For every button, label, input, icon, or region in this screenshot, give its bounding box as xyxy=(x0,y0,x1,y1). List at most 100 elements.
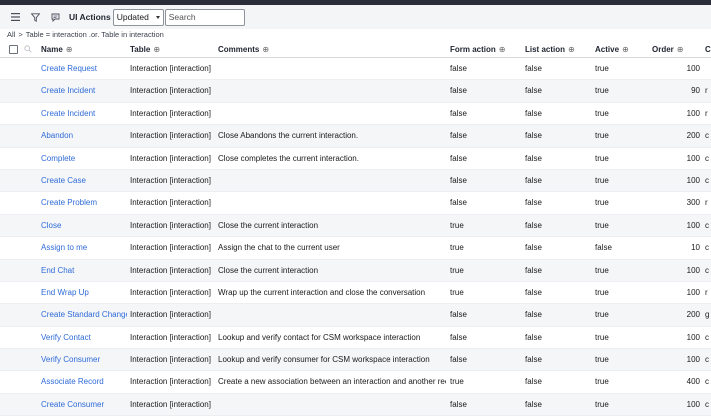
table-row[interactable]: Create Request Interaction [interaction] f… xyxy=(0,58,711,81)
table-row[interactable]: End Chat Interaction [interaction] Close t… xyxy=(0,259,711,282)
cell-table: Interaction [interaction] xyxy=(130,243,211,253)
table-row[interactable]: Verify Contact Interaction [interaction] L… xyxy=(0,326,711,350)
info-icon[interactable] xyxy=(9,378,18,387)
info-icon[interactable] xyxy=(9,244,18,253)
cell-name[interactable]: Abandon xyxy=(41,125,127,147)
info-icon[interactable] xyxy=(9,132,18,141)
cell-condition xyxy=(705,58,711,80)
sort-icon: ⊕ xyxy=(676,45,684,54)
cell-active: true xyxy=(595,377,609,387)
breadcrumb-filter[interactable]: Table = interaction .or. Table in intera… xyxy=(26,30,164,39)
sort-icon: ⊕ xyxy=(622,45,629,54)
info-icon[interactable] xyxy=(9,289,18,298)
cell-name[interactable]: Create Incident xyxy=(41,103,127,125)
column-search-icon[interactable] xyxy=(24,45,32,53)
cell-name[interactable]: Associate Record xyxy=(41,371,127,393)
cell-name[interactable]: Create Incident xyxy=(41,80,127,102)
column-header-condition[interactable]: C xyxy=(705,41,711,58)
cell-active: false xyxy=(595,243,612,253)
column-header-order[interactable]: Order ⊕ xyxy=(652,41,700,58)
info-icon[interactable] xyxy=(9,267,18,276)
table-row[interactable]: Associate Record Interaction [interaction… xyxy=(0,371,711,394)
cell-list-action: false xyxy=(525,377,542,387)
sort-icon: ⊕ xyxy=(262,45,270,54)
info-icon[interactable] xyxy=(9,311,18,320)
sort-icon: ⊕ xyxy=(568,45,575,54)
cell-active: true xyxy=(595,64,609,73)
table-row[interactable]: Complete Interaction [interaction] Close c… xyxy=(0,147,711,170)
column-header-form-action[interactable]: Form action ⊕ xyxy=(450,41,520,58)
table-row[interactable]: Create Case Interaction [interaction] fals… xyxy=(0,169,711,193)
cell-name[interactable]: Create Problem xyxy=(41,192,127,214)
table-row[interactable]: Abandon Interaction [interaction] Close Ab… xyxy=(0,125,711,148)
column-header-active[interactable]: Active ⊕ xyxy=(595,41,650,58)
sort-field-select[interactable]: Updated xyxy=(112,8,164,26)
column-header-name[interactable]: Name ⊕ xyxy=(41,41,127,58)
table-row[interactable]: End Wrap Up Interaction [interaction] Wrap… xyxy=(0,281,711,305)
table-row[interactable]: Assign to me Interaction [interaction] Ass… xyxy=(0,237,711,260)
sort-icon: ⊕ xyxy=(153,45,161,54)
cell-condition: r xyxy=(705,198,708,208)
info-icon[interactable] xyxy=(9,110,18,119)
cell-order: 300 xyxy=(686,198,700,208)
cell-name[interactable]: End Chat xyxy=(41,260,127,282)
cell-name[interactable]: End Wrap Up xyxy=(41,282,127,304)
cell-active: true xyxy=(595,310,609,320)
column-header-list-action[interactable]: List action ⊕ xyxy=(525,41,591,58)
cell-name[interactable]: Assign to me xyxy=(41,237,127,259)
cell-name[interactable]: Close xyxy=(41,215,127,237)
cell-active: true xyxy=(595,220,609,230)
table-row[interactable]: Close Interaction [interaction] Close the … xyxy=(0,214,711,238)
info-icon[interactable] xyxy=(9,199,18,208)
cell-order: 100 xyxy=(686,399,700,409)
cell-form-action: false xyxy=(450,108,467,118)
chat-icon[interactable] xyxy=(45,7,65,27)
select-all-checkbox[interactable] xyxy=(9,45,18,54)
cell-comments xyxy=(218,170,446,192)
cell-list-action: false xyxy=(525,287,542,297)
table-row[interactable]: Create Incident Interaction [interaction]… xyxy=(0,80,711,103)
table-row[interactable]: Create Problem Interaction [interaction] f… xyxy=(0,192,711,215)
info-icon[interactable] xyxy=(9,356,18,365)
cell-order: 100 xyxy=(686,153,700,163)
info-icon[interactable] xyxy=(9,87,18,96)
sort-icon: ⊕ xyxy=(65,45,73,54)
table-row[interactable]: Create Incident Interaction [interaction]… xyxy=(0,102,711,126)
cell-form-action: false xyxy=(450,175,467,185)
table-row[interactable]: Create Standard Change Interaction [inter… xyxy=(0,304,711,327)
table-row[interactable]: Create Consumer Interaction [interaction]… xyxy=(0,393,711,417)
info-icon[interactable] xyxy=(9,401,18,410)
cell-name[interactable]: Complete xyxy=(41,148,127,170)
table-row[interactable]: Verify Consumer Interaction [interaction]… xyxy=(0,349,711,372)
cell-order: 100 xyxy=(686,355,700,365)
filter-icon[interactable] xyxy=(25,7,45,27)
breadcrumb-all[interactable]: All xyxy=(7,30,15,39)
search-input[interactable]: Search xyxy=(164,8,245,26)
breadcrumb-separator: > xyxy=(18,30,23,39)
cell-form-action: true xyxy=(450,265,464,275)
info-icon[interactable] xyxy=(9,177,18,186)
cell-form-action: false xyxy=(450,198,467,208)
hamburger-menu-icon[interactable] xyxy=(5,7,25,27)
column-header-table[interactable]: Table ⊕ xyxy=(130,41,216,58)
cell-name[interactable]: Verify Consumer xyxy=(41,349,127,371)
cell-name[interactable]: Create Standard Change xyxy=(41,304,127,326)
cell-condition: c xyxy=(705,220,709,230)
cell-name[interactable]: Verify Contact xyxy=(41,327,127,349)
cell-table: Interaction [interaction] xyxy=(130,175,211,185)
cell-name[interactable]: Create Case xyxy=(41,170,127,192)
cell-comments xyxy=(218,58,446,80)
cell-list-action: false xyxy=(525,265,542,275)
cell-name[interactable]: Create Consumer xyxy=(41,394,127,416)
cell-table: Interaction [interaction] xyxy=(130,131,211,141)
column-header-comments[interactable]: Comments ⊕ xyxy=(218,41,446,58)
info-icon[interactable] xyxy=(9,155,18,164)
info-icon[interactable] xyxy=(9,222,18,231)
cell-comments: Lookup and verify contact for CSM worksp… xyxy=(218,332,421,342)
cell-form-action: false xyxy=(450,399,467,409)
info-icon[interactable] xyxy=(9,334,18,343)
info-icon[interactable] xyxy=(9,65,18,74)
cell-active: true xyxy=(595,175,609,185)
cell-name[interactable]: Create Request xyxy=(41,58,127,80)
table-header: Name ⊕ Table ⊕ Comments ⊕ Form action ⊕ List… xyxy=(0,41,711,58)
